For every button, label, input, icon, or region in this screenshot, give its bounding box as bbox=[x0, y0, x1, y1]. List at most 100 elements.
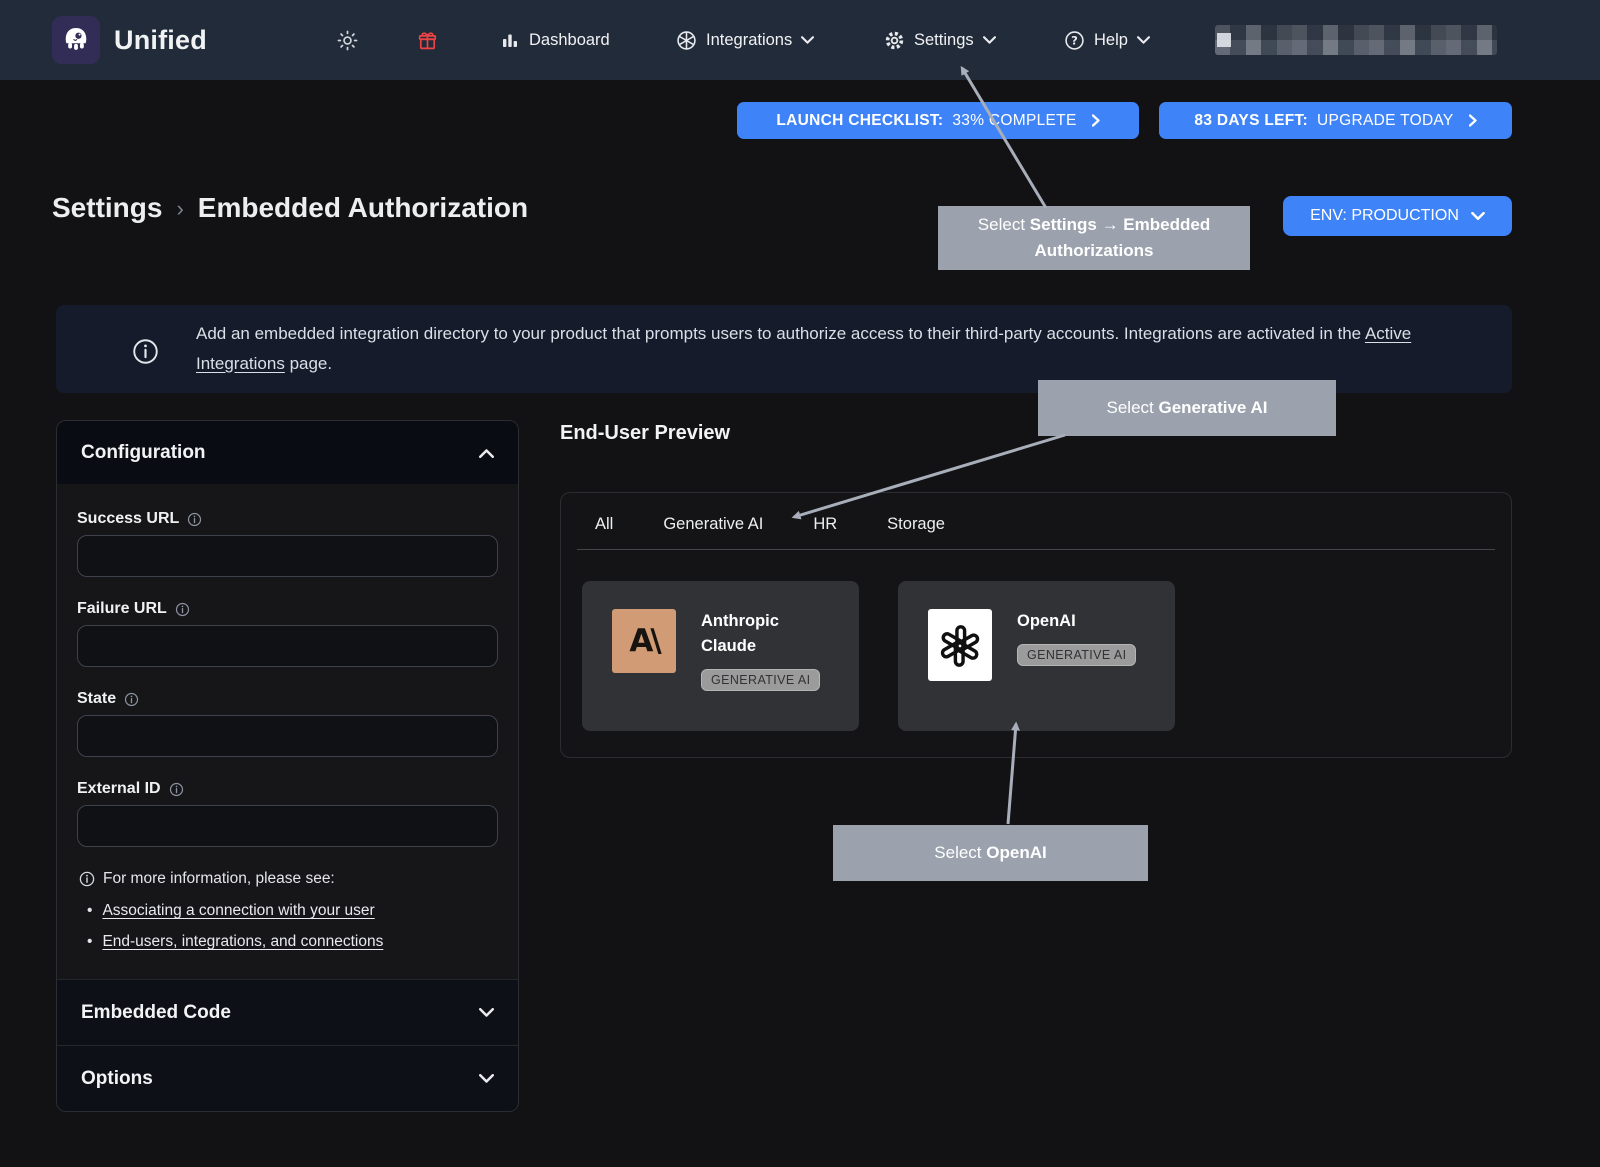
embedded-code-section-header[interactable]: Embedded Code bbox=[57, 979, 518, 1045]
brand: Unified bbox=[52, 0, 207, 80]
doc-link-connection-user[interactable]: Associating a connection with your user bbox=[102, 902, 374, 920]
list-item: End-users, integrations, and connections bbox=[87, 933, 498, 951]
integrations-icon bbox=[676, 30, 697, 51]
banner-text-after: page. bbox=[285, 354, 332, 373]
callout-select-settings: Select Settings → Embedded Authorization… bbox=[938, 206, 1250, 270]
openai-card[interactable]: OpenAI GENERATIVE AI bbox=[898, 581, 1175, 731]
category-tabs: All Generative AI HR Storage bbox=[561, 493, 1511, 534]
gift-icon bbox=[417, 30, 438, 51]
configuration-panel: Configuration Success URL Failure URL bbox=[56, 420, 519, 1112]
embedded-code-title: Embedded Code bbox=[81, 1002, 231, 1024]
page-title: Embedded Authorization bbox=[198, 192, 528, 224]
launch-checklist-button[interactable]: LAUNCH CHECKLIST: 33% COMPLETE bbox=[737, 102, 1139, 139]
banner-text-before: Add an embedded integration directory to… bbox=[196, 324, 1365, 343]
days-left-strong: 83 DAYS LEFT: bbox=[1194, 112, 1308, 130]
chevron-right-icon bbox=[1092, 114, 1100, 127]
preview-title: End-User Preview bbox=[560, 422, 730, 445]
bar-chart-icon bbox=[500, 30, 520, 50]
theme-toggle-button[interactable] bbox=[337, 0, 358, 80]
gear-icon bbox=[884, 30, 905, 51]
nav-integrations-label: Integrations bbox=[706, 31, 792, 50]
environment-label: ENV: PRODUCTION bbox=[1310, 207, 1459, 225]
nav-settings[interactable]: Settings bbox=[884, 0, 996, 80]
nav-dashboard[interactable]: Dashboard bbox=[500, 0, 610, 80]
launch-checklist-strong: LAUNCH CHECKLIST: bbox=[776, 112, 943, 130]
options-section-header[interactable]: Options bbox=[57, 1045, 518, 1111]
failure-url-field-group: Failure URL bbox=[77, 600, 498, 667]
chevron-down-icon bbox=[479, 1074, 494, 1084]
success-url-label: Success URL bbox=[77, 510, 179, 528]
category-badge: GENERATIVE AI bbox=[701, 669, 820, 691]
configuration-title: Configuration bbox=[81, 442, 206, 464]
callout-text: Select bbox=[1107, 398, 1159, 417]
chevron-right-icon bbox=[1469, 114, 1477, 127]
state-field-group: State bbox=[77, 690, 498, 757]
nav-help-label: Help bbox=[1094, 31, 1128, 50]
doc-links: Associating a connection with your user … bbox=[87, 902, 498, 951]
chevron-down-icon bbox=[479, 1008, 494, 1018]
info-icon[interactable] bbox=[187, 512, 202, 527]
state-label: State bbox=[77, 690, 116, 708]
tab-all[interactable]: All bbox=[595, 515, 613, 534]
category-badge: GENERATIVE AI bbox=[1017, 644, 1136, 666]
nav-dashboard-label: Dashboard bbox=[529, 31, 610, 50]
chevron-up-icon bbox=[479, 448, 494, 458]
callout-select-openai: Select OpenAI bbox=[833, 825, 1148, 881]
success-url-field-group: Success URL bbox=[77, 510, 498, 577]
openai-logo bbox=[928, 609, 992, 681]
page: Unified bbox=[0, 0, 1600, 1167]
external-id-label: External ID bbox=[77, 780, 161, 798]
user-account-redacted bbox=[1215, 25, 1497, 55]
chevron-down-icon bbox=[801, 36, 814, 45]
failure-url-input[interactable] bbox=[77, 625, 498, 667]
tab-hr[interactable]: HR bbox=[813, 515, 837, 534]
external-id-field-group: External ID bbox=[77, 780, 498, 847]
chevron-down-icon bbox=[1471, 212, 1485, 221]
sun-icon bbox=[337, 30, 358, 51]
upgrade-button[interactable]: 83 DAYS LEFT: UPGRADE TODAY bbox=[1159, 102, 1512, 139]
configuration-section-header[interactable]: Configuration bbox=[57, 421, 518, 484]
environment-select-button[interactable]: ENV: PRODUCTION bbox=[1283, 196, 1512, 236]
callout-text: Select bbox=[978, 215, 1030, 234]
anthropic-claude-card[interactable]: A\ Anthropic Claude GENERATIVE AI bbox=[582, 581, 859, 731]
configuration-body: Success URL Failure URL St bbox=[57, 484, 518, 979]
card-title: OpenAI bbox=[1017, 609, 1147, 634]
top-navbar: Unified bbox=[0, 0, 1600, 80]
unified-logo-icon bbox=[52, 16, 100, 64]
list-item: Associating a connection with your user bbox=[87, 902, 498, 920]
gift-button[interactable] bbox=[417, 0, 438, 80]
breadcrumb: Settings › Embedded Authorization bbox=[52, 192, 528, 224]
chevron-down-icon bbox=[1137, 36, 1150, 45]
options-title: Options bbox=[81, 1068, 153, 1090]
more-info-text: For more information, please see: bbox=[103, 870, 335, 888]
anthropic-logo-glyph: A\ bbox=[629, 623, 658, 659]
info-banner-text: Add an embedded integration directory to… bbox=[196, 319, 1486, 379]
info-icon[interactable] bbox=[175, 602, 190, 617]
card-title: Anthropic Claude bbox=[701, 609, 831, 659]
nav-help[interactable]: ? Help bbox=[1064, 0, 1150, 80]
launch-checklist-rest: 33% COMPLETE bbox=[952, 112, 1076, 130]
brand-name: Unified bbox=[114, 25, 207, 56]
chevron-down-icon bbox=[983, 36, 996, 45]
callout-select-generative-ai: Select Generative AI bbox=[1038, 380, 1336, 436]
nav-integrations[interactable]: Integrations bbox=[676, 0, 814, 80]
info-icon[interactable] bbox=[169, 782, 184, 797]
breadcrumb-separator: › bbox=[176, 196, 183, 222]
info-icon bbox=[79, 871, 95, 887]
state-input[interactable] bbox=[77, 715, 498, 757]
info-icon[interactable] bbox=[124, 692, 139, 707]
integration-cards: A\ Anthropic Claude GENERATIVE AI bbox=[561, 550, 1511, 731]
account-menu[interactable] bbox=[1215, 0, 1497, 80]
end-user-preview-panel: All Generative AI HR Storage A\ Anthropi… bbox=[560, 492, 1512, 758]
tab-generative-ai[interactable]: Generative AI bbox=[663, 515, 763, 534]
svg-text:?: ? bbox=[1071, 33, 1078, 47]
doc-link-endusers[interactable]: End-users, integrations, and connections bbox=[102, 933, 383, 951]
info-icon bbox=[132, 338, 159, 365]
breadcrumb-parent[interactable]: Settings bbox=[52, 192, 162, 224]
external-id-input[interactable] bbox=[77, 805, 498, 847]
tab-storage[interactable]: Storage bbox=[887, 515, 945, 534]
nav-settings-label: Settings bbox=[914, 31, 974, 50]
more-info-line: For more information, please see: bbox=[79, 870, 498, 888]
success-url-input[interactable] bbox=[77, 535, 498, 577]
help-icon: ? bbox=[1064, 30, 1085, 51]
